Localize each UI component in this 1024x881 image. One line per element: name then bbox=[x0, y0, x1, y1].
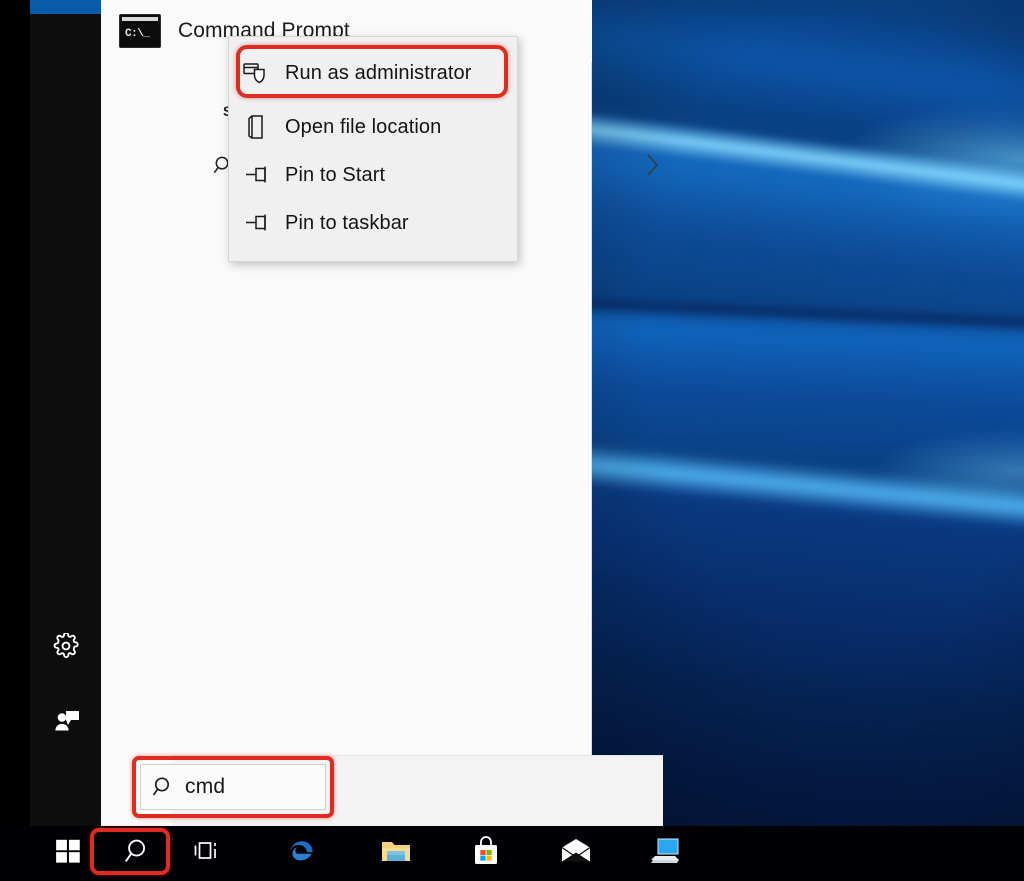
taskbar-button-edge[interactable] bbox=[278, 830, 326, 877]
desktop-wallpaper bbox=[592, 0, 1024, 826]
taskbar-button-microsoft-store[interactable] bbox=[462, 830, 510, 877]
menu-item-label: Pin to taskbar bbox=[285, 211, 409, 234]
screen: C:\_ Command Prompt Open Search suggesti… bbox=[0, 0, 1024, 881]
taskbar-button-file-explorer[interactable] bbox=[372, 830, 420, 877]
taskbar-button-task-view[interactable] bbox=[182, 830, 230, 877]
menu-item-label: Run as administrator bbox=[285, 61, 472, 84]
pin-icon bbox=[229, 211, 285, 235]
folder-open-icon bbox=[229, 113, 285, 141]
account-icon bbox=[52, 706, 80, 739]
edge-icon bbox=[285, 834, 319, 873]
taskbar-search-highlight bbox=[90, 828, 170, 875]
taskbar-button-remote-desktop[interactable] bbox=[640, 830, 688, 877]
sidebar-item-settings[interactable] bbox=[46, 628, 86, 668]
magnifier-icon bbox=[141, 775, 185, 799]
mail-icon bbox=[559, 837, 593, 870]
screen-left-edge bbox=[0, 0, 30, 826]
search-input[interactable]: cmd bbox=[140, 764, 326, 810]
menu-item-label: Open file location bbox=[285, 115, 442, 138]
gear-icon bbox=[53, 631, 79, 664]
start-menu: C:\_ Command Prompt Open Search suggesti… bbox=[30, 0, 663, 826]
file-explorer-icon bbox=[379, 836, 413, 871]
taskbar-button-start[interactable] bbox=[44, 830, 92, 877]
menu-item-label: Pin to Start bbox=[285, 163, 386, 186]
search-input-value: cmd bbox=[185, 775, 226, 798]
rail-accent-strip bbox=[30, 0, 101, 14]
shield-admin-icon bbox=[229, 60, 285, 86]
cmd-icon-titlebar bbox=[122, 17, 158, 21]
pin-icon bbox=[229, 163, 285, 187]
menu-item-pin-to-taskbar[interactable]: Pin to taskbar bbox=[229, 199, 519, 247]
windows-logo-icon bbox=[55, 838, 82, 870]
sidebar-item-account[interactable] bbox=[46, 702, 86, 742]
start-menu-rail bbox=[30, 0, 101, 826]
command-prompt-icon: C:\_ bbox=[119, 14, 161, 48]
taskbar-button-search[interactable] bbox=[90, 828, 170, 877]
taskbar-button-mail[interactable] bbox=[552, 830, 600, 877]
microsoft-store-icon bbox=[471, 835, 501, 872]
context-menu: Run as administrator Open file location bbox=[228, 36, 518, 262]
task-view-icon bbox=[192, 838, 220, 869]
wallpaper-vignette bbox=[592, 0, 1024, 826]
menu-item-open-file-location[interactable]: Open file location bbox=[229, 103, 519, 151]
menu-item-run-as-administrator[interactable]: Run as administrator bbox=[229, 49, 519, 97]
chevron-right-icon[interactable] bbox=[641, 148, 663, 187]
search-box-wrapper: cmd bbox=[132, 756, 334, 818]
taskbar bbox=[0, 826, 1024, 881]
cmd-icon-text: C:\_ bbox=[125, 27, 150, 40]
menu-item-pin-to-start[interactable]: Pin to Start bbox=[229, 151, 519, 199]
remote-desktop-icon bbox=[646, 836, 682, 871]
